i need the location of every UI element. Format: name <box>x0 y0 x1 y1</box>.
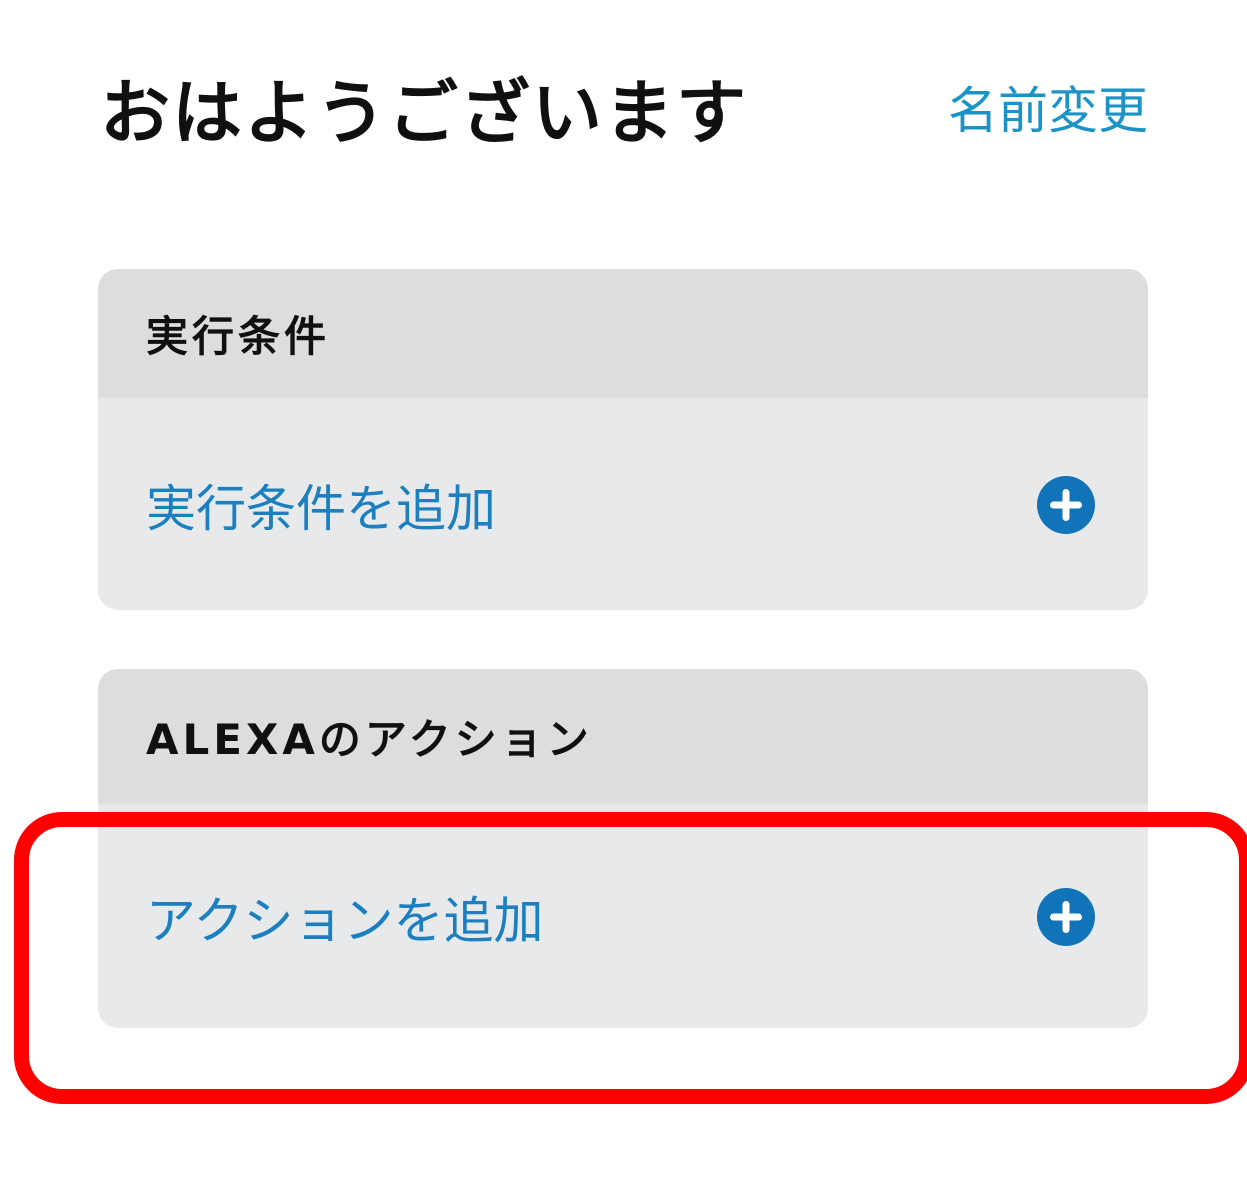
trigger-heading: 実行条件 <box>146 311 331 361</box>
rename-link[interactable]: 名前変更 <box>948 71 1148 143</box>
plus-circle-icon[interactable] <box>1036 887 1096 947</box>
routine-header: おはようございます 名前変更 <box>100 52 1148 162</box>
action-heading: ALEXAのアクション <box>146 714 593 764</box>
action-card-header: ALEXAのアクション <box>98 669 1148 805</box>
add-action-label: アクションを追加 <box>146 891 544 950</box>
plus-circle-icon[interactable] <box>1036 475 1096 535</box>
action-card: ALEXAのアクション アクションを追加 <box>98 669 1148 1028</box>
add-trigger-label: 実行条件を追加 <box>146 479 496 538</box>
add-action-button[interactable]: アクションを追加 <box>98 805 1148 1028</box>
trigger-card: 実行条件 実行条件を追加 <box>98 269 1148 610</box>
routine-title: おはようございます <box>100 71 748 154</box>
trigger-card-header: 実行条件 <box>98 269 1148 399</box>
routine-editor: おはようございます 名前変更 実行条件 実行条件を追加 ALEXAのアクション … <box>0 0 1247 1179</box>
add-trigger-button[interactable]: 実行条件を追加 <box>98 399 1148 610</box>
